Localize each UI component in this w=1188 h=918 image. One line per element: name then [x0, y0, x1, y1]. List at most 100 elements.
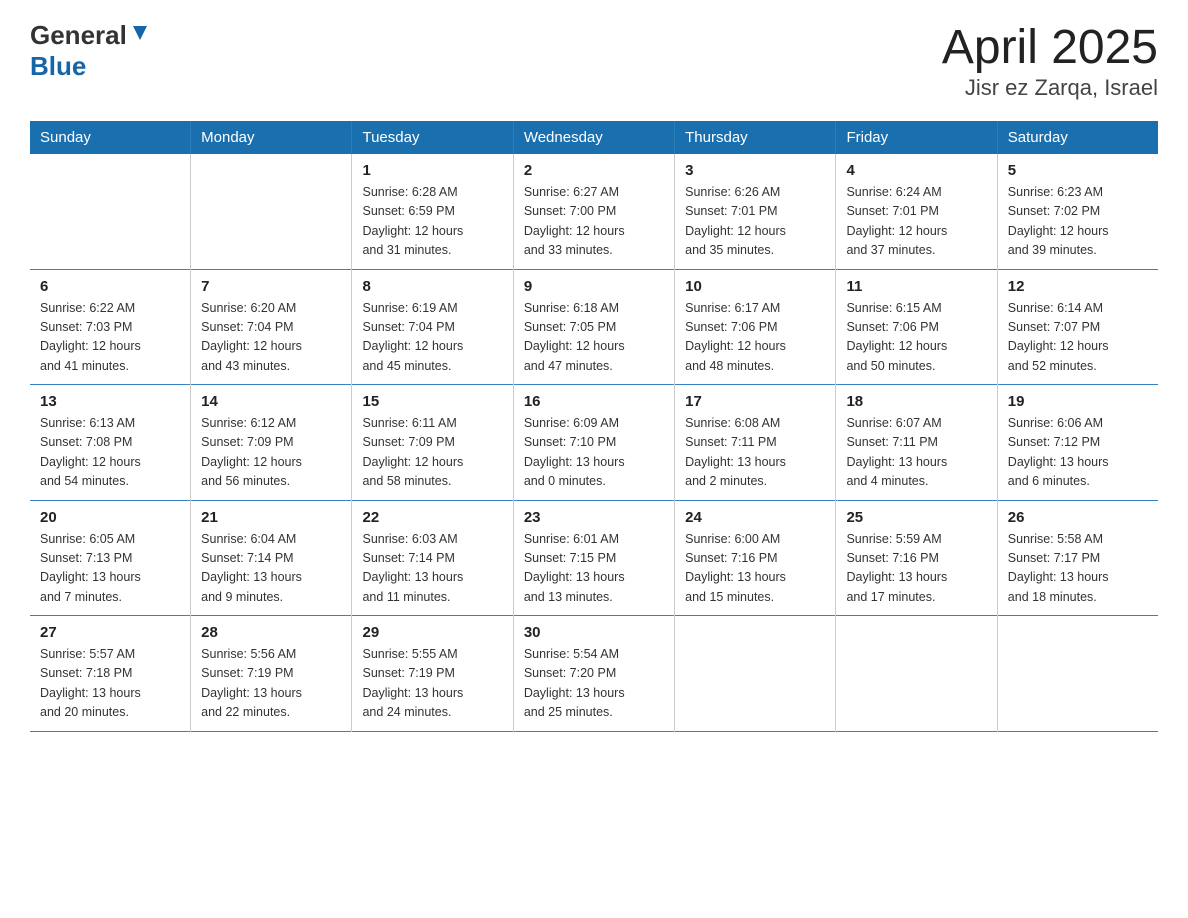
calendar-cell: 24 Sunrise: 6:00 AMSunset: 7:16 PMDayligh…: [675, 500, 836, 616]
day-info: Sunrise: 6:14 AMSunset: 7:07 PMDaylight:…: [1008, 299, 1148, 377]
calendar-cell: 13 Sunrise: 6:13 AMSunset: 7:08 PMDayligh…: [30, 385, 191, 501]
day-number: 13: [40, 393, 180, 410]
calendar-cell: [997, 616, 1158, 732]
calendar-cell: 6 Sunrise: 6:22 AMSunset: 7:03 PMDaylight…: [30, 269, 191, 385]
calendar-table: SundayMondayTuesdayWednesdayThursdayFrid…: [30, 121, 1158, 732]
calendar-cell: 23 Sunrise: 6:01 AMSunset: 7:15 PMDayligh…: [513, 500, 674, 616]
day-info: Sunrise: 5:56 AMSunset: 7:19 PMDaylight:…: [201, 645, 341, 723]
day-number: 26: [1008, 509, 1148, 526]
day-info: Sunrise: 6:19 AMSunset: 7:04 PMDaylight:…: [362, 299, 502, 377]
calendar-cell: 5 Sunrise: 6:23 AMSunset: 7:02 PMDaylight…: [997, 154, 1158, 269]
day-info: Sunrise: 6:24 AMSunset: 7:01 PMDaylight:…: [846, 183, 986, 261]
day-number: 7: [201, 278, 341, 295]
day-info: Sunrise: 6:13 AMSunset: 7:08 PMDaylight:…: [40, 414, 180, 492]
calendar-cell: 9 Sunrise: 6:18 AMSunset: 7:05 PMDaylight…: [513, 269, 674, 385]
day-number: 30: [524, 624, 664, 641]
calendar-cell: 4 Sunrise: 6:24 AMSunset: 7:01 PMDaylight…: [836, 154, 997, 269]
day-info: Sunrise: 6:12 AMSunset: 7:09 PMDaylight:…: [201, 414, 341, 492]
day-info: Sunrise: 6:22 AMSunset: 7:03 PMDaylight:…: [40, 299, 180, 377]
day-number: 24: [685, 509, 825, 526]
header-day-monday: Monday: [191, 121, 352, 154]
header-row: SundayMondayTuesdayWednesdayThursdayFrid…: [30, 121, 1158, 154]
calendar-cell: 15Sunrise: 6:11 AMSunset: 7:09 PMDayligh…: [352, 385, 513, 501]
day-number: 21: [201, 509, 341, 526]
calendar-cell: 29 Sunrise: 5:55 AMSunset: 7:19 PMDayligh…: [352, 616, 513, 732]
day-info: Sunrise: 6:27 AMSunset: 7:00 PMDaylight:…: [524, 183, 664, 261]
day-number: 10: [685, 278, 825, 295]
day-info: Sunrise: 6:04 AMSunset: 7:14 PMDaylight:…: [201, 530, 341, 608]
calendar-cell: 28 Sunrise: 5:56 AMSunset: 7:19 PMDayligh…: [191, 616, 352, 732]
day-info: Sunrise: 6:06 AMSunset: 7:12 PMDaylight:…: [1008, 414, 1148, 492]
header-day-saturday: Saturday: [997, 121, 1158, 154]
calendar-cell: 21 Sunrise: 6:04 AMSunset: 7:14 PMDayligh…: [191, 500, 352, 616]
calendar-cell: 8 Sunrise: 6:19 AMSunset: 7:04 PMDaylight…: [352, 269, 513, 385]
page-header: General Blue April 2025 Jisr ez Zarqa, I…: [30, 20, 1158, 101]
day-number: 3: [685, 162, 825, 179]
day-info: Sunrise: 5:58 AMSunset: 7:17 PMDaylight:…: [1008, 530, 1148, 608]
header-day-wednesday: Wednesday: [513, 121, 674, 154]
day-number: 22: [362, 509, 502, 526]
calendar-cell: 17Sunrise: 6:08 AMSunset: 7:11 PMDayligh…: [675, 385, 836, 501]
calendar-cell: 22 Sunrise: 6:03 AMSunset: 7:14 PMDayligh…: [352, 500, 513, 616]
day-info: Sunrise: 6:28 AMSunset: 6:59 PMDaylight:…: [362, 183, 502, 261]
calendar-cell: 11 Sunrise: 6:15 AMSunset: 7:06 PMDayligh…: [836, 269, 997, 385]
day-number: 28: [201, 624, 341, 641]
calendar-cell: 16Sunrise: 6:09 AMSunset: 7:10 PMDayligh…: [513, 385, 674, 501]
day-info: Sunrise: 6:15 AMSunset: 7:06 PMDaylight:…: [846, 299, 986, 377]
calendar-cell: 12 Sunrise: 6:14 AMSunset: 7:07 PMDayligh…: [997, 269, 1158, 385]
day-info: Sunrise: 5:59 AMSunset: 7:16 PMDaylight:…: [846, 530, 986, 608]
week-row-1: 1Sunrise: 6:28 AMSunset: 6:59 PMDaylight…: [30, 154, 1158, 269]
page-title: April 2025: [942, 20, 1158, 75]
day-number: 11: [846, 278, 986, 295]
day-number: 6: [40, 278, 180, 295]
header-day-friday: Friday: [836, 121, 997, 154]
logo-chevron-icon: [129, 22, 151, 49]
day-info: Sunrise: 5:55 AMSunset: 7:19 PMDaylight:…: [362, 645, 502, 723]
week-row-2: 6 Sunrise: 6:22 AMSunset: 7:03 PMDaylight…: [30, 269, 1158, 385]
week-row-4: 20 Sunrise: 6:05 AMSunset: 7:13 PMDayligh…: [30, 500, 1158, 616]
day-info: Sunrise: 6:18 AMSunset: 7:05 PMDaylight:…: [524, 299, 664, 377]
day-number: 29: [362, 624, 502, 641]
calendar-cell: 10 Sunrise: 6:17 AMSunset: 7:06 PMDayligh…: [675, 269, 836, 385]
calendar-cell: 14 Sunrise: 6:12 AMSunset: 7:09 PMDayligh…: [191, 385, 352, 501]
day-number: 12: [1008, 278, 1148, 295]
logo-blue-text: Blue: [30, 51, 86, 81]
day-info: Sunrise: 6:05 AMSunset: 7:13 PMDaylight:…: [40, 530, 180, 608]
header-day-tuesday: Tuesday: [352, 121, 513, 154]
day-number: 4: [846, 162, 986, 179]
week-row-3: 13 Sunrise: 6:13 AMSunset: 7:08 PMDayligh…: [30, 385, 1158, 501]
day-info: Sunrise: 6:03 AMSunset: 7:14 PMDaylight:…: [362, 530, 502, 608]
calendar-cell: 30Sunrise: 5:54 AMSunset: 7:20 PMDayligh…: [513, 616, 674, 732]
page-subtitle: Jisr ez Zarqa, Israel: [942, 75, 1158, 101]
day-number: 27: [40, 624, 180, 641]
day-number: 17: [685, 393, 825, 410]
day-number: 14: [201, 393, 341, 410]
calendar-cell: 3 Sunrise: 6:26 AMSunset: 7:01 PMDaylight…: [675, 154, 836, 269]
day-info: Sunrise: 6:01 AMSunset: 7:15 PMDaylight:…: [524, 530, 664, 608]
calendar-cell: [836, 616, 997, 732]
day-number: 9: [524, 278, 664, 295]
calendar-cell: 19 Sunrise: 6:06 AMSunset: 7:12 PMDayligh…: [997, 385, 1158, 501]
day-info: Sunrise: 6:17 AMSunset: 7:06 PMDaylight:…: [685, 299, 825, 377]
calendar-cell: [191, 154, 352, 269]
day-number: 16: [524, 393, 664, 410]
calendar-cell: 20 Sunrise: 6:05 AMSunset: 7:13 PMDayligh…: [30, 500, 191, 616]
day-info: Sunrise: 6:26 AMSunset: 7:01 PMDaylight:…: [685, 183, 825, 261]
day-info: Sunrise: 6:00 AMSunset: 7:16 PMDaylight:…: [685, 530, 825, 608]
day-number: 20: [40, 509, 180, 526]
calendar-header: SundayMondayTuesdayWednesdayThursdayFrid…: [30, 121, 1158, 154]
logo: General Blue: [30, 20, 151, 82]
day-number: 25: [846, 509, 986, 526]
header-day-thursday: Thursday: [675, 121, 836, 154]
calendar-cell: 26 Sunrise: 5:58 AMSunset: 7:17 PMDayligh…: [997, 500, 1158, 616]
day-number: 15: [362, 393, 502, 410]
day-info: Sunrise: 6:07 AMSunset: 7:11 PMDaylight:…: [846, 414, 986, 492]
day-number: 23: [524, 509, 664, 526]
day-number: 8: [362, 278, 502, 295]
day-number: 19: [1008, 393, 1148, 410]
calendar-cell: 27Sunrise: 5:57 AMSunset: 7:18 PMDayligh…: [30, 616, 191, 732]
title-block: April 2025 Jisr ez Zarqa, Israel: [942, 20, 1158, 101]
day-info: Sunrise: 6:23 AMSunset: 7:02 PMDaylight:…: [1008, 183, 1148, 261]
week-row-5: 27Sunrise: 5:57 AMSunset: 7:18 PMDayligh…: [30, 616, 1158, 732]
day-number: 5: [1008, 162, 1148, 179]
